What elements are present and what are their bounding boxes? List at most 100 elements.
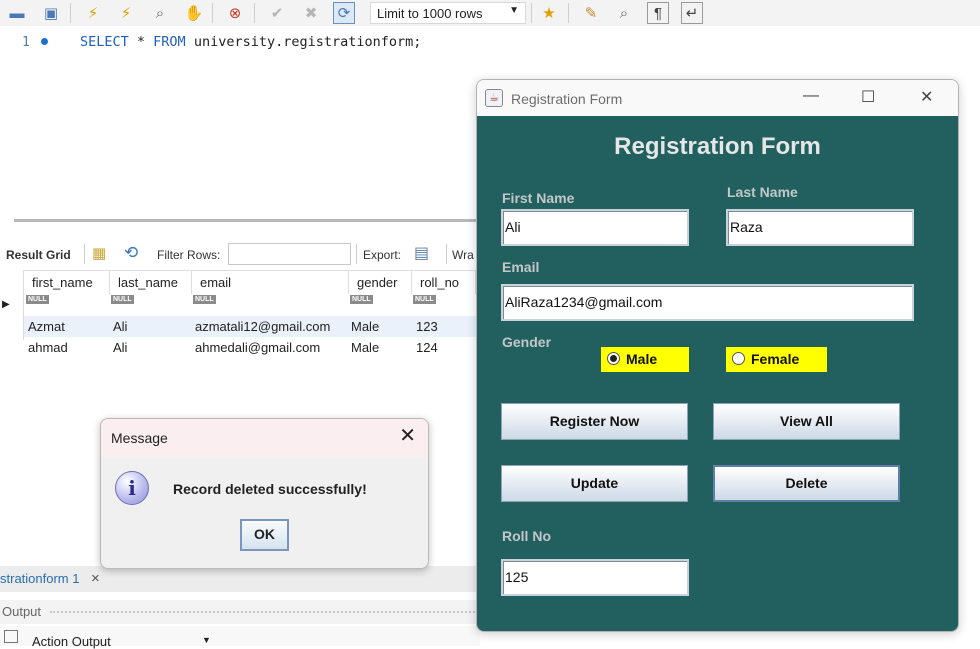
cell-last-name: Ali: [113, 340, 128, 355]
first-name-field[interactable]: Ali: [501, 209, 689, 246]
close-icon[interactable]: ✕: [399, 426, 416, 446]
close-icon[interactable]: ✕: [920, 87, 933, 107]
null-badge: NULL: [413, 295, 436, 304]
gender-radio-male[interactable]: Male: [601, 347, 689, 372]
output-label: Output: [2, 604, 42, 619]
column-header-email[interactable]: email: [192, 270, 349, 294]
export-icon[interactable]: ▤: [414, 243, 429, 263]
window-title: Registration Form: [511, 91, 623, 107]
update-button[interactable]: Update: [501, 465, 688, 502]
first-name-label: First Name: [502, 190, 575, 206]
limit-rows-value: Limit to 1000 rows: [377, 6, 483, 21]
cell-email: azmatali12@gmail.com: [195, 319, 331, 334]
cell-gender: Male: [351, 340, 380, 355]
radio-label-male: Male: [626, 351, 658, 367]
sql-keyword-select: SELECT: [80, 34, 129, 50]
cell-roll-no: 123: [416, 319, 438, 334]
beautify-icon[interactable]: ✎: [580, 2, 602, 24]
cell-gender: Male: [351, 319, 380, 334]
execute-current-icon[interactable]: ⚡: [115, 2, 137, 24]
dialog-title: Message: [111, 430, 168, 446]
limit-rows-select[interactable]: Limit to 1000 rows ▼: [370, 2, 526, 24]
minimize-icon[interactable]: —: [803, 87, 819, 105]
form-heading: Registration Form: [614, 133, 821, 160]
refresh-icon[interactable]: ⟲: [124, 243, 138, 263]
result-tab-label[interactable]: strationform 1: [0, 571, 79, 586]
null-badge: NULL: [26, 295, 49, 304]
result-grid-tab[interactable]: Result Grid: [6, 248, 71, 262]
registration-form: Registration Form First Name Ali Last Na…: [477, 116, 958, 631]
filter-rows-input[interactable]: [228, 243, 351, 265]
explain-icon[interactable]: ⌕: [149, 2, 171, 24]
action-output-select[interactable]: Action Output: [32, 634, 111, 649]
cell-email: ahmedali@gmail.com: [195, 340, 321, 355]
toolbar-separator: [568, 3, 569, 23]
maximize-icon[interactable]: ☐: [861, 87, 875, 107]
column-header-roll-no[interactable]: roll_no: [412, 270, 476, 294]
sql-keyword-from: FROM: [153, 34, 186, 50]
toolbar-separator: [446, 244, 447, 264]
message-dialog: Message ✕ i Record deleted successfully!…: [100, 418, 429, 569]
view-all-button[interactable]: View All: [713, 403, 900, 440]
output-panel-header: Output: [0, 600, 480, 624]
close-tab-icon[interactable]: ×: [91, 570, 100, 587]
commit-icon[interactable]: ✔: [266, 2, 288, 24]
email-label: Email: [502, 259, 540, 275]
column-header-last-name[interactable]: last_name: [110, 270, 192, 294]
null-badge: NULL: [350, 295, 373, 304]
roll-no-field[interactable]: 125: [501, 559, 689, 596]
registration-window: ☕ Registration Form — ☐ ✕ Registration F…: [476, 79, 959, 632]
output-window-icon: [4, 630, 18, 643]
register-now-button[interactable]: Register Now: [501, 403, 688, 440]
editor-toolbar: ▬ ▣ ⚡ ⚡ ⌕ ✋ ⊗ ✔ ✖ ⟳ Limit to 1000 rows ▼…: [0, 0, 980, 26]
cell-first-name: ahmad: [28, 340, 68, 355]
toolbar-separator: [70, 3, 71, 23]
toolbar-separator: [84, 244, 85, 264]
dialog-title-bar[interactable]: Message ✕: [101, 419, 428, 457]
export-label: Export:: [363, 248, 402, 262]
panel-grip[interactable]: [50, 611, 475, 613]
pane-splitter[interactable]: [14, 219, 484, 222]
wrap-cell-label[interactable]: Wra: [452, 248, 474, 262]
line-marker-icon: [41, 38, 48, 45]
cell-first-name: Azmat: [28, 319, 65, 334]
result-grid-toolbar: Result Grid ▦ ⟲ Filter Rows: Export: ▤ W…: [0, 240, 480, 268]
execute-icon[interactable]: ⚡: [82, 2, 104, 24]
invisible-chars-icon[interactable]: ¶: [647, 2, 669, 24]
ok-button[interactable]: OK: [240, 519, 289, 551]
row-pointer-icon: ▶: [2, 299, 10, 310]
gender-radio-female[interactable]: Female: [726, 347, 827, 372]
cell-roll-no: 124: [416, 340, 438, 355]
chevron-down-icon: ▼: [509, 5, 519, 16]
toggle-error-icon[interactable]: ⊗: [224, 2, 246, 24]
wrap-icon[interactable]: ↵: [681, 2, 703, 24]
table-row[interactable]: ahmad Ali ahmedali@gmail.com Male 124: [24, 337, 476, 358]
chevron-down-icon[interactable]: ▼: [202, 635, 211, 645]
last-name-field[interactable]: Raza: [726, 209, 914, 246]
column-header-first-name[interactable]: first_name: [24, 270, 110, 294]
last-name-label: Last Name: [727, 184, 798, 200]
gender-label: Gender: [502, 334, 552, 350]
save-icon[interactable]: ▣: [40, 2, 62, 24]
grid-layout-icon[interactable]: ▦: [92, 244, 106, 262]
email-field[interactable]: AliRaza1234@gmail.com: [501, 284, 914, 321]
column-header-gender[interactable]: gender: [349, 270, 412, 294]
sql-statement[interactable]: SELECT * FROM university.registrationfor…: [80, 34, 421, 50]
sql-target-table: university.registrationform;: [185, 34, 422, 50]
delete-button[interactable]: Delete: [713, 465, 900, 502]
table-row[interactable]: Azmat Ali azmatali12@gmail.com Male 123: [24, 316, 476, 337]
autocommit-icon[interactable]: ⟳: [333, 2, 355, 24]
toolbar-separator: [531, 3, 532, 23]
result-tab-strip: strationform 1 ×: [0, 566, 480, 592]
null-badge: NULL: [193, 295, 216, 304]
window-title-bar[interactable]: ☕ Registration Form — ☐ ✕: [477, 80, 958, 116]
rollback-icon[interactable]: ✖: [300, 2, 322, 24]
cell-last-name: Ali: [113, 319, 128, 334]
stop-icon[interactable]: ✋: [183, 2, 205, 24]
toolbar-separator: [356, 244, 357, 264]
sql-star: *: [128, 34, 154, 50]
find-icon[interactable]: ⌕: [613, 2, 635, 24]
open-folder-icon[interactable]: ▬: [6, 2, 28, 24]
bookmark-star-icon[interactable]: ★: [538, 2, 560, 24]
radio-unselected-icon: [732, 352, 745, 365]
